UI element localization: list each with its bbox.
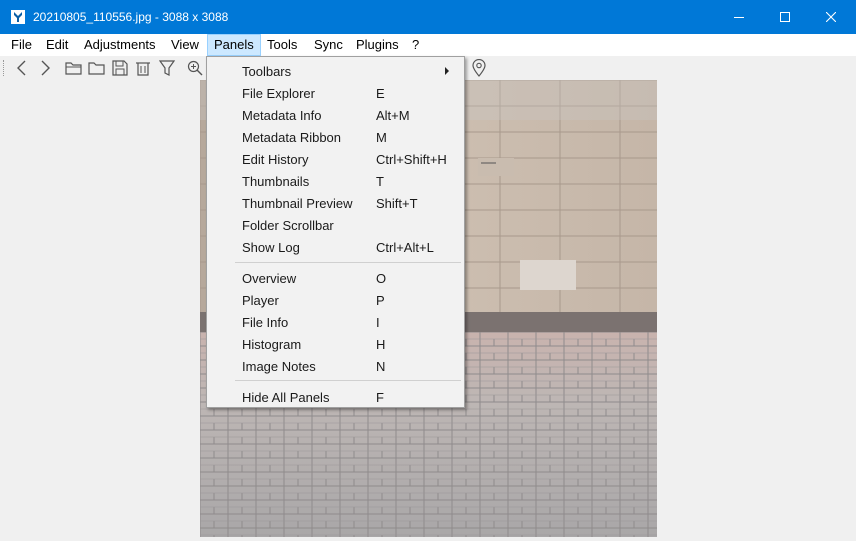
menu-bar: File Edit Adjustments View Panels Tools … [0, 34, 856, 56]
menu-item-histogram[interactable]: Histogram H [209, 333, 462, 355]
app-logo-icon [11, 10, 25, 24]
menu-item-label: Thumbnails [242, 174, 310, 189]
menu-item-shortcut: T [376, 174, 384, 189]
menu-item-toolbars[interactable]: Toolbars [209, 60, 462, 82]
menu-item-file-info[interactable]: File Info I [209, 311, 462, 333]
menu-item-shortcut: E [376, 86, 385, 101]
menu-item-label: Edit History [242, 152, 309, 167]
delete-icon[interactable] [133, 58, 153, 78]
menu-item-shortcut: Alt+M [376, 108, 410, 123]
close-button[interactable] [808, 0, 854, 34]
menu-view[interactable]: View [165, 34, 205, 56]
menu-item-label: Metadata Ribbon [242, 130, 342, 145]
menu-item-metadata-info[interactable]: Metadata Info Alt+M [209, 104, 462, 126]
menu-item-label: Hide All Panels [242, 390, 330, 405]
menu-item-hide-all-panels[interactable]: Hide All Panels F [209, 386, 462, 408]
maximize-button[interactable] [762, 0, 808, 34]
menu-item-shortcut: P [376, 293, 385, 308]
menu-item-label: Toolbars [242, 64, 292, 79]
toolbar-grip[interactable] [3, 60, 7, 76]
menu-item-label: Thumbnail Preview [242, 196, 353, 211]
folder-icon[interactable] [87, 58, 107, 78]
menu-item-show-log[interactable]: Show Log Ctrl+Alt+L [209, 236, 462, 258]
menu-panels[interactable]: Panels [207, 34, 261, 56]
menu-item-thumbnail-preview[interactable]: Thumbnail Preview Shift+T [209, 192, 462, 214]
menu-item-image-notes[interactable]: Image Notes N [209, 355, 462, 377]
menu-item-shortcut: Ctrl+Alt+L [376, 240, 434, 255]
menu-item-file-explorer[interactable]: File Explorer E [209, 82, 462, 104]
menu-tools[interactable]: Tools [261, 34, 303, 56]
menu-separator [235, 262, 461, 263]
app-window: 20210805_110556.jpg - 3088 x 3088 File E… [0, 0, 856, 541]
menu-help[interactable]: ? [406, 34, 425, 56]
menu-item-label: Player [242, 293, 279, 308]
menu-adjustments[interactable]: Adjustments [78, 34, 162, 56]
menu-sync[interactable]: Sync [308, 34, 349, 56]
save-icon[interactable] [110, 58, 130, 78]
menu-item-label: Metadata Info [242, 108, 322, 123]
menu-edit[interactable]: Edit [40, 34, 74, 56]
menu-file[interactable]: File [5, 34, 38, 56]
menu-item-label: Image Notes [242, 359, 316, 374]
back-icon[interactable] [12, 58, 32, 78]
menu-item-shortcut: H [376, 337, 386, 352]
window-title: 20210805_110556.jpg - 3088 x 3088 [33, 10, 229, 24]
zoom-in-icon[interactable] [185, 58, 205, 78]
menu-item-label: Folder Scrollbar [242, 218, 334, 233]
menu-item-edit-history[interactable]: Edit History Ctrl+Shift+H [209, 148, 462, 170]
menu-item-label: File Info [242, 315, 289, 330]
menu-item-metadata-ribbon[interactable]: Metadata Ribbon M [209, 126, 462, 148]
forward-icon[interactable] [35, 58, 55, 78]
panels-dropdown-menu: Toolbars File Explorer E Metadata Info A… [206, 56, 465, 408]
menu-item-shortcut: Ctrl+Shift+H [376, 152, 447, 167]
location-pin-icon[interactable] [469, 58, 489, 78]
maximize-icon [780, 12, 790, 22]
menu-item-label: Overview [242, 271, 297, 286]
menu-item-shortcut: Shift+T [376, 196, 418, 211]
menu-item-overview[interactable]: Overview O [209, 267, 462, 289]
menu-item-shortcut: N [376, 359, 386, 374]
menu-item-player[interactable]: Player P [209, 289, 462, 311]
filter-icon[interactable] [157, 58, 177, 78]
menu-item-label: File Explorer [242, 86, 315, 101]
minimize-button[interactable] [716, 0, 762, 34]
menu-item-label: Show Log [242, 240, 300, 255]
menu-item-thumbnails[interactable]: Thumbnails T [209, 170, 462, 192]
menu-item-shortcut: I [376, 315, 380, 330]
folder-open-icon[interactable] [64, 58, 84, 78]
menu-separator [235, 380, 461, 381]
menu-item-shortcut: F [376, 390, 384, 405]
menu-item-shortcut: O [376, 271, 387, 286]
menu-item-label: Histogram [242, 337, 302, 352]
menu-plugins[interactable]: Plugins [350, 34, 405, 56]
menu-item-folder-scrollbar[interactable]: Folder Scrollbar [209, 214, 462, 236]
menu-item-shortcut: M [376, 130, 387, 145]
title-bar[interactable]: 20210805_110556.jpg - 3088 x 3088 [0, 0, 856, 34]
submenu-arrow-icon [445, 67, 449, 75]
close-icon [826, 12, 836, 22]
minimize-icon [734, 17, 744, 18]
